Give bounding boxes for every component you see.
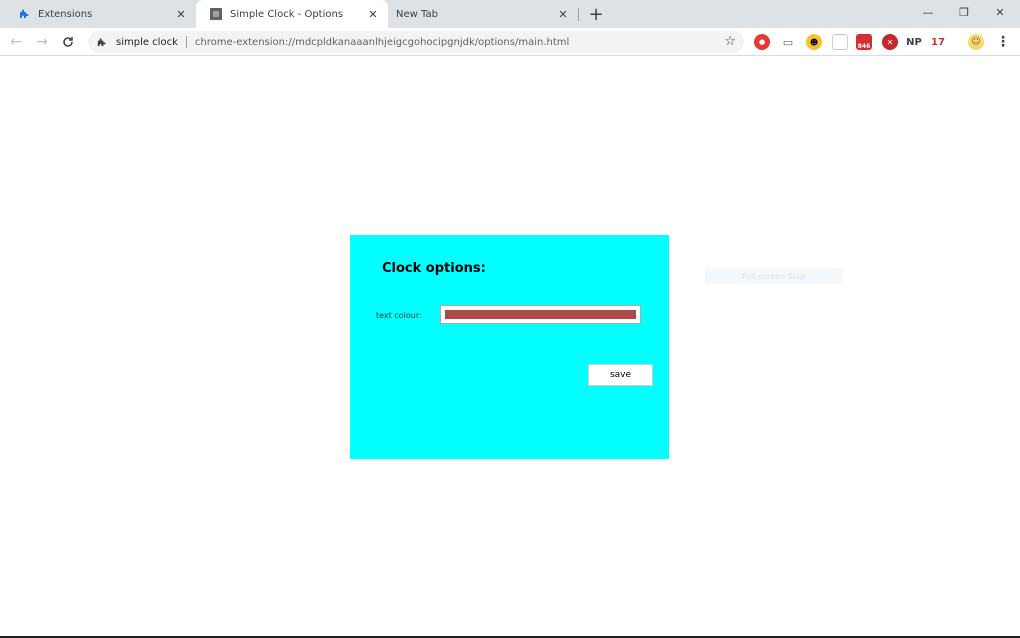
back-button[interactable]: ←: [6, 32, 26, 52]
close-window-button[interactable]: ✕: [982, 0, 1018, 24]
page-title: Clock options:: [382, 261, 486, 276]
emoji-extension-icon[interactable]: ☻: [806, 34, 822, 50]
chat-extension-icon[interactable]: ▭: [780, 34, 796, 50]
puzzle-icon: [18, 8, 30, 20]
new-tab-button[interactable]: +: [586, 4, 606, 25]
text-colour-label: text colour:: [376, 311, 422, 320]
url-text: chrome-extension://mdcpldkanaaanlhjeigcg…: [194, 36, 570, 48]
tab-extensions[interactable]: Extensions ✕: [4, 0, 196, 28]
options-panel: Clock options: text colour: save: [350, 235, 669, 459]
avatar[interactable]: ☺: [968, 34, 984, 50]
browser-window: Extensions ✕ Simple Clock - Options ✕ Ne…: [0, 0, 1020, 638]
adblock-extension-icon[interactable]: ●: [754, 34, 770, 50]
close-icon[interactable]: ✕: [554, 5, 572, 23]
divider: [185, 36, 187, 48]
address-bar[interactable]: simple clock chrome-extension://mdcpldka…: [88, 31, 744, 53]
text-colour-input[interactable]: [440, 305, 641, 324]
np-extension-icon[interactable]: NP: [906, 34, 922, 50]
tab-simple-clock-options[interactable]: Simple Clock - Options ✕: [196, 0, 388, 28]
puzzle-icon: [96, 37, 110, 48]
tab-strip: Extensions ✕ Simple Clock - Options ✕ Ne…: [0, 0, 1020, 28]
badge-extension-icon[interactable]: 17: [930, 34, 946, 50]
red-circle-extension-icon[interactable]: ✕: [882, 34, 898, 50]
blank-extension-icon[interactable]: [832, 34, 848, 50]
minimize-button[interactable]: —: [910, 0, 946, 24]
close-icon[interactable]: ✕: [364, 5, 382, 23]
colour-swatch: [445, 310, 636, 319]
reload-button[interactable]: [58, 32, 78, 52]
tab-separator: [578, 8, 579, 21]
restore-button[interactable]: ❐: [946, 0, 982, 24]
close-icon[interactable]: ✕: [172, 5, 190, 23]
toolbar: ← → simple clock chrome-extension://mdcp…: [0, 28, 1020, 56]
clock-icon: [210, 8, 222, 20]
bookmark-star-icon[interactable]: ☆: [724, 34, 736, 49]
tab-new-tab[interactable]: New Tab ✕: [388, 0, 578, 28]
tab-title: Simple Clock - Options: [230, 8, 344, 20]
menu-dots-icon[interactable]: ⋮: [996, 33, 1010, 51]
mail-badge: 846: [857, 43, 871, 50]
mail-extension-icon[interactable]: 846: [856, 34, 872, 50]
tab-title: Extensions: [38, 8, 93, 20]
tab-title: New Tab: [396, 8, 438, 20]
fullscreen-snip-overlay[interactable]: Full-screen Snip: [705, 268, 842, 284]
forward-button[interactable]: →: [32, 32, 52, 52]
save-button[interactable]: save: [588, 364, 653, 386]
site-name: simple clock: [116, 36, 178, 48]
